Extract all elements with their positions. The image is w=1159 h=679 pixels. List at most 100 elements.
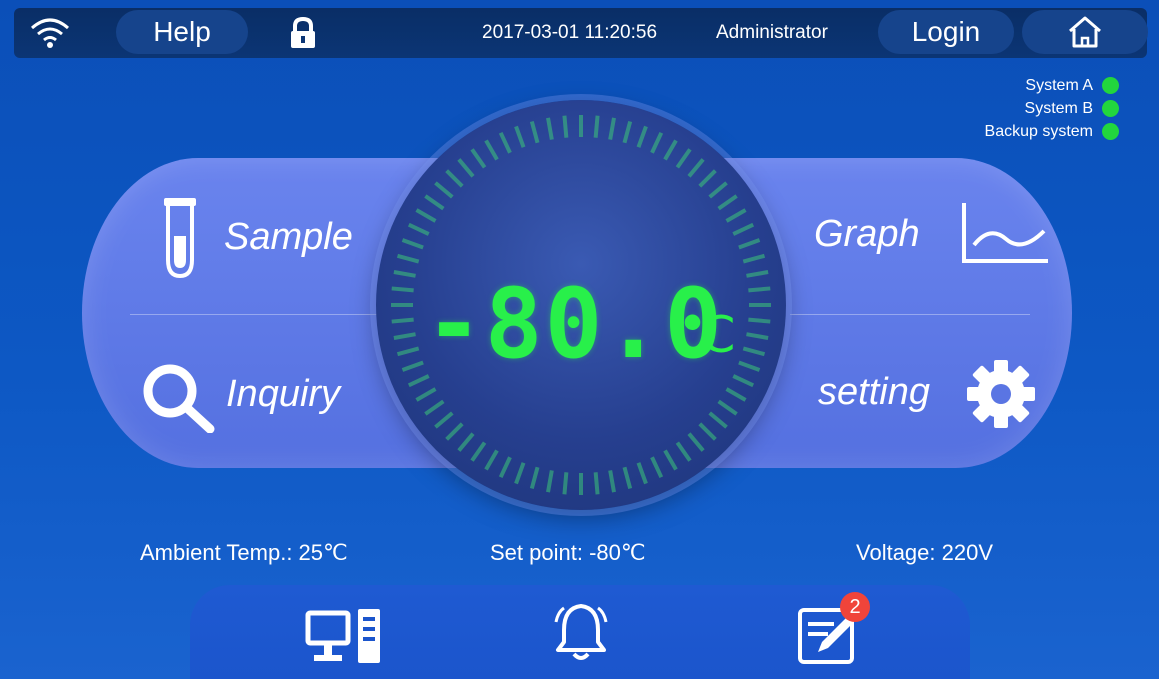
notification-badge: 2: [840, 592, 870, 622]
computer-button[interactable]: [304, 607, 384, 672]
dial-tick: [622, 466, 633, 490]
dial-tick: [498, 131, 512, 154]
dial-tick: [608, 470, 616, 493]
inquiry-label: Inquiry: [226, 373, 341, 415]
bell-icon: [554, 604, 608, 660]
login-label: Login: [911, 16, 981, 47]
status-label: System A: [1025, 76, 1093, 94]
dial-tick: [732, 222, 755, 236]
status-row: System B: [985, 97, 1119, 120]
login-button[interactable]: Login: [878, 10, 1014, 54]
app-screen: Help 2017-03-01 11:20:56 Administrator L…: [0, 0, 1159, 679]
dial-tick: [424, 194, 445, 211]
home-button[interactable]: [1022, 10, 1148, 54]
dial-tick: [698, 169, 717, 188]
wifi-icon: [30, 18, 70, 53]
voltage: Voltage: 220V: [856, 540, 994, 565]
system-status-list: System A System B Backup system: [985, 74, 1119, 143]
graph-button[interactable]: Graph: [814, 195, 1054, 270]
dial-tick: [742, 253, 766, 264]
computer-icon: [305, 609, 380, 663]
dial-tick: [725, 208, 747, 223]
gear-icon: [967, 360, 1035, 428]
dial-tick: [663, 449, 678, 471]
alarm-button[interactable]: [548, 600, 614, 671]
graph-icon: [962, 203, 1048, 263]
dial-tick: [415, 208, 437, 223]
dial-tick: [746, 270, 769, 278]
dial-tick: [717, 194, 738, 211]
dial-tick: [593, 115, 600, 138]
dial-tick: [675, 441, 692, 462]
dial-tick: [748, 286, 771, 293]
dial-tick: [732, 374, 755, 388]
datetime: 2017-03-01 11:20:56: [482, 22, 658, 43]
status-label: Backup system: [984, 122, 1093, 140]
dial-tick: [401, 238, 424, 250]
dial-tick: [562, 472, 569, 495]
dial-tick: [393, 270, 416, 278]
dial-tick: [748, 317, 771, 324]
dial-tick: [434, 411, 454, 429]
dial-tick: [484, 139, 499, 161]
dial-tick: [457, 432, 475, 452]
dial-tick: [396, 253, 420, 264]
dial-tick: [434, 181, 454, 199]
dial-tick: [708, 411, 728, 429]
dial-tick: [445, 169, 464, 188]
dial-tick: [514, 462, 526, 485]
help-button[interactable]: Help: [116, 10, 248, 54]
dial-tick: [529, 466, 540, 490]
graph-label: Graph: [814, 213, 920, 255]
lock-icon[interactable]: [286, 16, 320, 55]
divider: [790, 314, 1030, 315]
dial-tick: [738, 238, 761, 250]
dial-tick: [401, 360, 424, 372]
dial-tick: [746, 332, 769, 340]
dial-tick: [687, 158, 705, 178]
dial-tick: [738, 360, 761, 372]
set-point: Set point: -80℃: [490, 540, 646, 565]
dial-tick: [546, 470, 554, 493]
dial-tick: [391, 286, 414, 293]
dial-tick: [636, 125, 648, 148]
dial-tick: [636, 462, 648, 485]
dial-tick: [650, 456, 664, 479]
dial-tick: [717, 399, 738, 416]
dial-tick: [407, 222, 430, 236]
dial-tick: [498, 456, 512, 479]
dial-tick: [391, 317, 414, 324]
dial-tick: [470, 441, 487, 462]
dial-tick: [562, 115, 569, 138]
divider: [130, 314, 380, 315]
help-label: Help: [153, 16, 211, 47]
ambient-temp: Ambient Temp.: 25℃: [140, 540, 348, 565]
dial-tick: [593, 472, 600, 495]
status-indicator: [1102, 77, 1119, 94]
dial-tick: [698, 422, 717, 441]
dial-tick: [725, 387, 747, 402]
dial-tick: [687, 432, 705, 452]
search-icon: [143, 364, 215, 433]
setting-button[interactable]: setting: [814, 355, 1044, 435]
dial-tick: [622, 120, 633, 144]
user-name: Administrator: [716, 22, 828, 43]
dial-tick: [663, 139, 678, 161]
sample-label: Sample: [224, 216, 353, 258]
status-indicator: [1102, 123, 1119, 140]
status-row: System A: [985, 74, 1119, 97]
dial-tick: [608, 117, 616, 140]
sample-button[interactable]: Sample: [158, 190, 388, 280]
dial-tick: [393, 332, 416, 340]
dial-tick: [484, 449, 499, 471]
inquiry-button[interactable]: Inquiry: [140, 355, 370, 435]
status-row: Backup system: [985, 120, 1119, 143]
status-indicator: [1102, 100, 1119, 117]
test-tube-icon: [164, 198, 196, 279]
dial-tick: [529, 120, 540, 144]
dial-tick: [396, 346, 420, 357]
dial-tick: [415, 387, 437, 402]
dial-tick: [708, 181, 728, 199]
dial-tick: [470, 148, 487, 169]
dial-tick: [514, 125, 526, 148]
